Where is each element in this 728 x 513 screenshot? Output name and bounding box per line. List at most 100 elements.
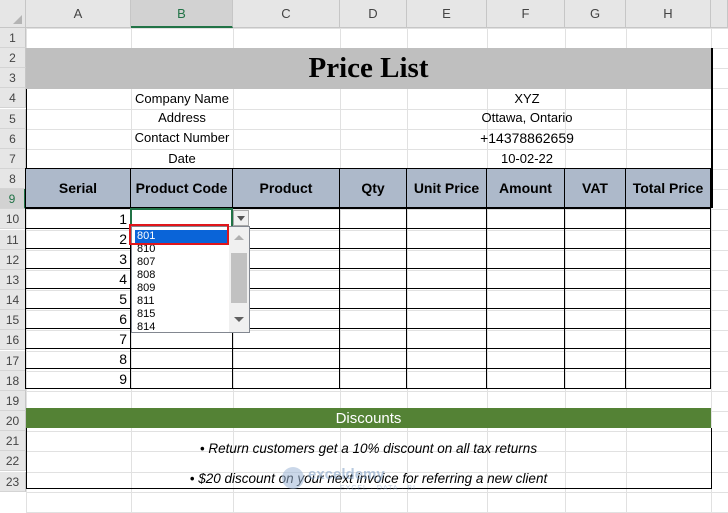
dropdown-option[interactable]: 807 bbox=[135, 256, 229, 269]
row-header-1[interactable]: 1 bbox=[0, 28, 26, 48]
table-cell bbox=[406, 308, 487, 329]
scroll-down-icon[interactable] bbox=[234, 317, 244, 322]
serial-cell: 2 bbox=[25, 228, 131, 249]
chevron-down-icon bbox=[237, 215, 245, 221]
selected-option-highlight bbox=[129, 224, 229, 245]
table-cell bbox=[339, 288, 407, 309]
row-header-21[interactable]: 21 bbox=[0, 431, 26, 451]
row-header-16[interactable]: 16 bbox=[0, 330, 26, 350]
table-header-2: Product bbox=[232, 168, 340, 208]
dropdown-option[interactable]: 808 bbox=[135, 269, 229, 282]
row-header-12[interactable]: 12 bbox=[0, 250, 26, 270]
dropdown-button[interactable] bbox=[233, 210, 249, 226]
table-cell bbox=[564, 268, 626, 289]
table-cell bbox=[564, 328, 626, 349]
info-value-0: XYZ bbox=[514, 91, 540, 106]
serial-cell: 9 bbox=[25, 368, 131, 389]
column-header-h[interactable]: H bbox=[626, 0, 711, 28]
table-cell bbox=[564, 308, 626, 329]
scroll-thumb[interactable] bbox=[231, 253, 247, 303]
table-cell bbox=[339, 328, 407, 349]
row-header-8[interactable]: 8 bbox=[0, 169, 26, 189]
title-block-border-right bbox=[711, 48, 713, 208]
product-code-cell[interactable] bbox=[130, 368, 233, 389]
watermark-brand: exceldemy bbox=[308, 466, 385, 483]
dropdown-option[interactable]: 815 bbox=[135, 308, 229, 321]
dropdown-option[interactable]: 809 bbox=[135, 282, 229, 295]
table-cell bbox=[486, 268, 565, 289]
row-header-4[interactable]: 4 bbox=[0, 88, 26, 108]
table-cell bbox=[564, 208, 626, 229]
table-header-7: Total Price bbox=[625, 168, 711, 208]
gridline-horizontal bbox=[26, 391, 728, 392]
serial-cell: 8 bbox=[25, 348, 131, 369]
row-header-22[interactable]: 22 bbox=[0, 451, 26, 471]
row-header-10[interactable]: 10 bbox=[0, 209, 26, 229]
column-header-c[interactable]: C bbox=[233, 0, 340, 28]
table-cell bbox=[625, 368, 711, 389]
column-header-b[interactable]: B bbox=[131, 0, 233, 28]
dropdown-scrollbar[interactable] bbox=[229, 227, 249, 332]
spreadsheet: A B C D E F G H 1 2 3 4 5 6 7 8 9 10 11 12 13 14 15 16 17 18 19 20 2… bbox=[0, 0, 728, 513]
table-cell bbox=[339, 208, 407, 229]
row-header-11[interactable]: 11 bbox=[0, 230, 26, 250]
table-cell bbox=[486, 288, 565, 309]
serial-cell: 3 bbox=[25, 248, 131, 269]
serial-cell: 4 bbox=[25, 268, 131, 289]
table-cell bbox=[339, 248, 407, 269]
table-cell bbox=[564, 368, 626, 389]
row-header-5[interactable]: 5 bbox=[0, 109, 26, 129]
row-header-15[interactable]: 15 bbox=[0, 310, 26, 330]
row-header-19[interactable]: 19 bbox=[0, 391, 26, 411]
table-header-0: Serial bbox=[25, 168, 131, 208]
discount-note-0: • Return customers get a 10% discount on… bbox=[199, 441, 538, 456]
row-header-13[interactable]: 13 bbox=[0, 270, 26, 290]
table-cell bbox=[486, 228, 565, 249]
table-header-1: Product Code bbox=[130, 168, 233, 208]
column-header-f[interactable]: F bbox=[487, 0, 565, 28]
table-cell bbox=[564, 348, 626, 369]
dropdown-option[interactable]: 811 bbox=[135, 295, 229, 308]
table-cell bbox=[339, 268, 407, 289]
table-cell bbox=[564, 248, 626, 269]
column-header-d[interactable]: D bbox=[340, 0, 407, 28]
serial-cell: 7 bbox=[25, 328, 131, 349]
scroll-up-icon[interactable] bbox=[234, 235, 244, 240]
row-header-2[interactable]: 2 bbox=[0, 48, 26, 68]
table-cell bbox=[406, 328, 487, 349]
product-code-cell[interactable] bbox=[130, 348, 233, 369]
row-header-7[interactable]: 7 bbox=[0, 149, 26, 169]
serial-cell: 6 bbox=[25, 308, 131, 329]
select-all-corner[interactable] bbox=[0, 0, 26, 28]
row-header-18[interactable]: 18 bbox=[0, 371, 26, 391]
row-header-3[interactable]: 3 bbox=[0, 68, 26, 88]
table-cell bbox=[339, 348, 407, 369]
row-header-20[interactable]: 20 bbox=[0, 411, 26, 431]
table-cell bbox=[339, 308, 407, 329]
table-cell bbox=[339, 368, 407, 389]
table-cell bbox=[486, 348, 565, 369]
table-cell bbox=[486, 328, 565, 349]
table-cell bbox=[232, 348, 340, 369]
info-value-3: 10-02-22 bbox=[500, 151, 554, 166]
table-cell bbox=[486, 368, 565, 389]
row-header-14[interactable]: 14 bbox=[0, 290, 26, 310]
row-header-23[interactable]: 23 bbox=[0, 472, 26, 492]
watermark-logo-icon bbox=[282, 467, 304, 489]
row-header-17[interactable]: 17 bbox=[0, 351, 26, 371]
info-value-2: +14378862659 bbox=[480, 129, 574, 146]
column-header-blank[interactable] bbox=[711, 0, 728, 28]
column-header-g[interactable]: G bbox=[565, 0, 626, 28]
dropdown-option[interactable]: 814 bbox=[135, 321, 229, 334]
table-cell bbox=[625, 248, 711, 269]
table-cell bbox=[564, 228, 626, 249]
column-header-a[interactable]: A bbox=[26, 0, 131, 28]
row-header-9[interactable]: 9 bbox=[0, 189, 26, 209]
table-cell bbox=[564, 288, 626, 309]
gridline-horizontal bbox=[26, 28, 728, 29]
table-header-4: Unit Price bbox=[406, 168, 487, 208]
row-header-6[interactable]: 6 bbox=[0, 129, 26, 149]
column-header-e[interactable]: E bbox=[407, 0, 487, 28]
info-value-1: Ottawa, Ontario bbox=[481, 110, 573, 125]
table-cell bbox=[625, 348, 711, 369]
